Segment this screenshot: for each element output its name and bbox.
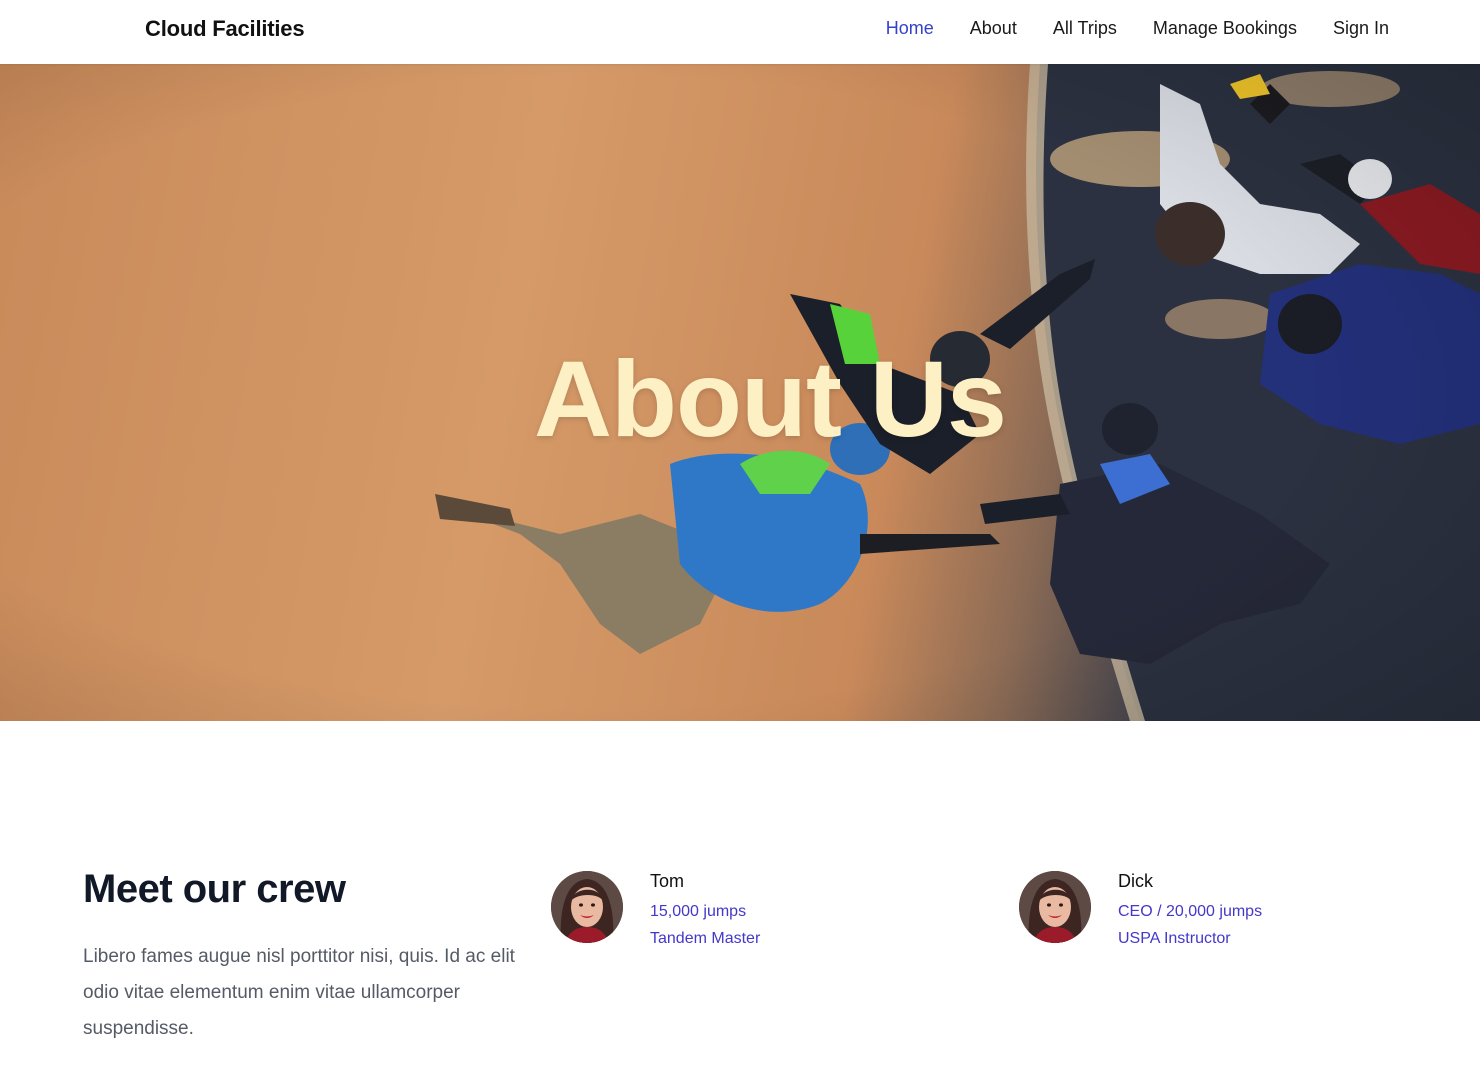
crew-description: Libero fames augue nisl porttitor nisi, …	[83, 946, 515, 1039]
nav-link-sign-in[interactable]: Sign In	[1333, 18, 1389, 39]
crew-member-card: Tom 15,000 jumps Tandem Master	[551, 871, 951, 951]
avatar	[551, 871, 623, 943]
brand-logo-link[interactable]: Cloud Facilities	[145, 16, 305, 42]
hero-title: About Us	[534, 338, 1007, 459]
nav-link-about[interactable]: About	[970, 18, 1017, 39]
crew-member-jumps: CEO / 20,000 jumps	[1118, 903, 1263, 920]
nav-link-all-trips[interactable]: All Trips	[1053, 18, 1117, 39]
crew-member-role: Tandem Master	[650, 930, 761, 947]
crew-member-role: USPA Instructor	[1118, 930, 1231, 947]
hero-banner: About Us	[0, 64, 1480, 721]
crew-member-card: Dick CEO / 20,000 jumps USPA Instructor	[1019, 871, 1419, 951]
crew-section: Meet our crew Libero fames augue nisl po…	[0, 721, 1480, 1078]
crew-member-name: Dick	[1118, 871, 1153, 891]
nav-link-home[interactable]: Home	[886, 18, 934, 39]
crew-member-name: Tom	[650, 871, 685, 891]
crew-heading: Meet our crew	[83, 867, 346, 911]
crew-member-jumps: 15,000 jumps	[650, 903, 747, 920]
nav-link-manage-bookings[interactable]: Manage Bookings	[1153, 18, 1297, 39]
nav-links: Home About All Trips Manage Bookings Sig…	[886, 18, 1389, 39]
avatar	[1019, 871, 1091, 943]
top-navbar: Cloud Facilities Home About All Trips Ma…	[0, 0, 1480, 64]
